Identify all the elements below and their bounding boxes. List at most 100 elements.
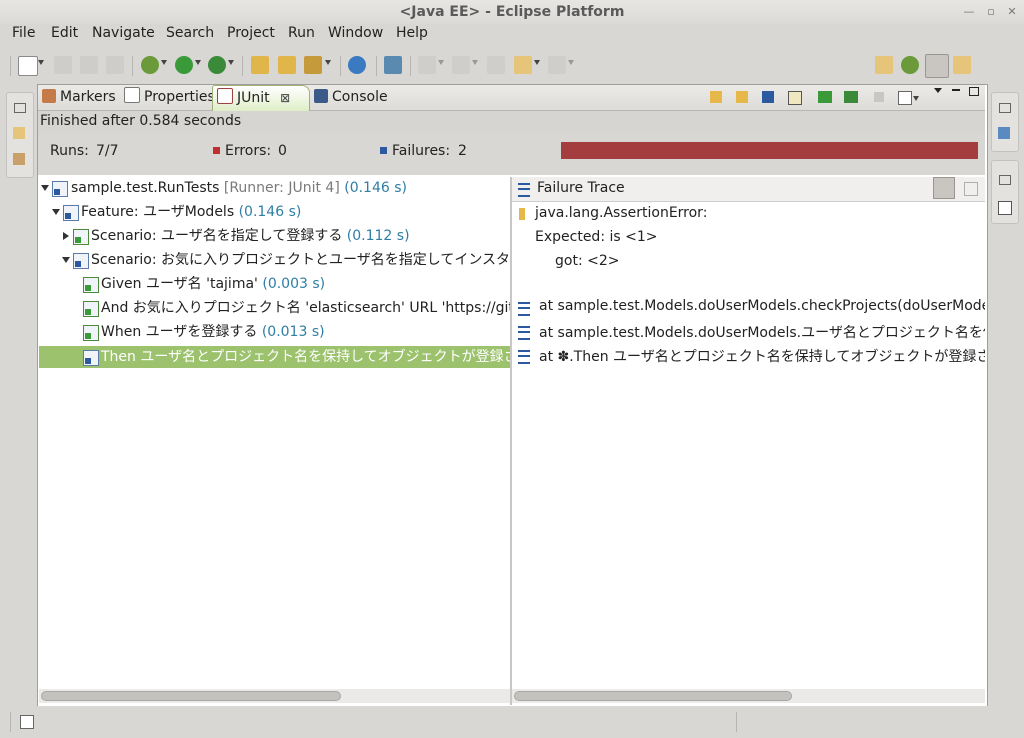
- filter-stack-trace-icon[interactable]: [933, 177, 955, 199]
- java-perspective-icon[interactable]: [953, 56, 971, 74]
- compare-result-icon[interactable]: [964, 182, 978, 196]
- tab-markers[interactable]: Markers: [42, 85, 116, 110]
- trace-horizontal-scrollbar[interactable]: [512, 689, 985, 703]
- chevron-down-icon[interactable]: [195, 60, 201, 65]
- test-tree: sample.test.RunTests [Runner: JUnit 4] (…: [39, 177, 510, 687]
- menu-navigate[interactable]: Navigate: [92, 25, 155, 41]
- project-explorer-icon[interactable]: [13, 127, 25, 139]
- menu-window[interactable]: Window: [328, 25, 383, 41]
- rerun-test-icon[interactable]: [818, 91, 832, 103]
- open-type-icon[interactable]: [251, 56, 269, 74]
- trace-line-exception[interactable]: java.lang.AssertionError:: [535, 205, 707, 221]
- trace-line-got[interactable]: got: <2>: [555, 253, 619, 269]
- globe-icon[interactable]: [348, 56, 366, 74]
- menu-edit[interactable]: Edit: [51, 25, 78, 41]
- chevron-down-icon[interactable]: [161, 60, 167, 65]
- debug-icon[interactable]: [141, 56, 159, 74]
- maximize-view-icon[interactable]: [969, 87, 979, 96]
- tree-row-runtests[interactable]: sample.test.RunTests [Runner: JUnit 4] (…: [39, 177, 510, 199]
- previous-failure-icon[interactable]: [736, 91, 748, 103]
- failure-trace-header: Failure Trace: [512, 177, 985, 202]
- prev-annotation-icon[interactable]: [452, 56, 470, 74]
- tab-properties[interactable]: Properties: [124, 85, 215, 110]
- show-failures-only-icon[interactable]: [762, 91, 774, 103]
- collapse-icon[interactable]: [52, 209, 60, 215]
- open-perspective-icon[interactable]: [875, 56, 893, 74]
- scrollbar-thumb[interactable]: [41, 691, 341, 701]
- javaee-perspective-icon[interactable]: [925, 54, 949, 78]
- back-icon[interactable]: [514, 56, 532, 74]
- save-icon[interactable]: [54, 56, 72, 74]
- chevron-down-icon[interactable]: [534, 60, 540, 65]
- collapse-icon[interactable]: [41, 185, 49, 191]
- rerun-failures-first-icon[interactable]: [844, 91, 858, 103]
- search-annotation-icon[interactable]: [384, 56, 402, 74]
- test-failed-icon: [83, 350, 99, 366]
- menu-help[interactable]: Help: [396, 25, 428, 41]
- toolbar-separator: [132, 56, 133, 76]
- close-tab-icon[interactable]: ⊠: [280, 91, 290, 105]
- chevron-down-icon[interactable]: [913, 96, 919, 101]
- run-external-icon[interactable]: [208, 56, 226, 74]
- menu-run[interactable]: Run: [288, 25, 315, 41]
- trace-line-frame-1[interactable]: at sample.test.Models.doUserModels.check…: [539, 298, 985, 314]
- wand-icon[interactable]: [304, 56, 322, 74]
- toolbar-separator: [410, 56, 411, 76]
- tree-row-scenario-1[interactable]: Scenario: ユーザ名を指定して登録する (0.112 s): [39, 225, 510, 247]
- save-all-icon[interactable]: [80, 56, 98, 74]
- run-icon[interactable]: [175, 56, 193, 74]
- view-menu-icon[interactable]: [934, 88, 942, 93]
- next-failure-icon[interactable]: [710, 91, 722, 103]
- close-icon[interactable]: ✕: [1005, 5, 1019, 19]
- stop-icon[interactable]: [874, 92, 884, 102]
- fast-view-icon[interactable]: [20, 715, 34, 729]
- tree-row-and[interactable]: And お気に入りプロジェクト名 'elasticsearch' URL 'ht…: [39, 297, 510, 319]
- trace-line-frame-2[interactable]: at sample.test.Models.doUserModels.ユーザ名と…: [539, 322, 985, 342]
- properties-icon: [124, 87, 140, 103]
- trace-line-frame-3[interactable]: at ✽.Then ユーザ名とプロジェクト名を保持してオブジェクトが登録されるこ…: [539, 346, 985, 366]
- chevron-down-icon[interactable]: [438, 60, 444, 65]
- chevron-down-icon[interactable]: [325, 60, 331, 65]
- menu-search[interactable]: Search: [166, 25, 214, 41]
- menu-project[interactable]: Project: [227, 25, 275, 41]
- trace-line-expected[interactable]: Expected: is <1>: [535, 229, 658, 245]
- scroll-lock-icon[interactable]: [788, 91, 802, 105]
- forward-icon[interactable]: [548, 56, 566, 74]
- expand-icon[interactable]: [63, 232, 69, 240]
- tab-junit[interactable]: JUnit ⊠: [212, 85, 310, 111]
- tree-row-scenario-2[interactable]: Scenario: お気に入りプロジェクトとユーザ名を指定してインスタンスを生成: [39, 249, 510, 271]
- collapse-icon[interactable]: [62, 257, 70, 263]
- restore-icon[interactable]: [14, 103, 26, 113]
- chevron-down-icon[interactable]: [568, 60, 574, 65]
- tree-row-given[interactable]: Given ユーザ名 'tajima' (0.003 s): [39, 273, 510, 295]
- last-edit-icon[interactable]: [487, 56, 505, 74]
- restore-icon[interactable]: [999, 103, 1011, 113]
- failures-label: Failures:: [392, 143, 451, 159]
- maximize-icon[interactable]: ▫: [984, 5, 998, 19]
- open-resource-icon[interactable]: [278, 56, 296, 74]
- exception-icon: [519, 208, 525, 220]
- minimize-view-icon[interactable]: [952, 89, 960, 91]
- test-run-history-icon[interactable]: [898, 91, 912, 105]
- print-icon[interactable]: [106, 56, 124, 74]
- tab-console[interactable]: Console: [314, 85, 388, 110]
- chevron-down-icon[interactable]: [228, 60, 234, 65]
- debug-perspective-icon[interactable]: [901, 56, 919, 74]
- tree-horizontal-scrollbar[interactable]: [39, 689, 510, 703]
- chevron-down-icon[interactable]: [472, 60, 478, 65]
- menu-file[interactable]: File: [12, 25, 35, 41]
- chevron-down-icon[interactable]: [38, 60, 44, 65]
- task-list-icon[interactable]: [998, 201, 1012, 215]
- minimize-icon[interactable]: —: [962, 5, 976, 19]
- outline-icon[interactable]: [13, 153, 25, 165]
- new-icon[interactable]: [18, 56, 38, 76]
- tree-row-feature[interactable]: Feature: ユーザModels (0.146 s): [39, 201, 510, 223]
- tree-row-when[interactable]: When ユーザを登録する (0.013 s): [39, 321, 510, 343]
- tree-row-then-selected[interactable]: Then ユーザ名とプロジェクト名を保持してオブジェクトが登録されること (: [39, 346, 510, 368]
- run-status-strip: Finished after 0.584 seconds: [38, 111, 985, 133]
- restore-icon[interactable]: [999, 175, 1011, 185]
- outline-view-icon[interactable]: [998, 127, 1010, 139]
- errors-label: Errors:: [225, 143, 272, 159]
- scrollbar-thumb[interactable]: [514, 691, 792, 701]
- next-annotation-icon[interactable]: [418, 56, 436, 74]
